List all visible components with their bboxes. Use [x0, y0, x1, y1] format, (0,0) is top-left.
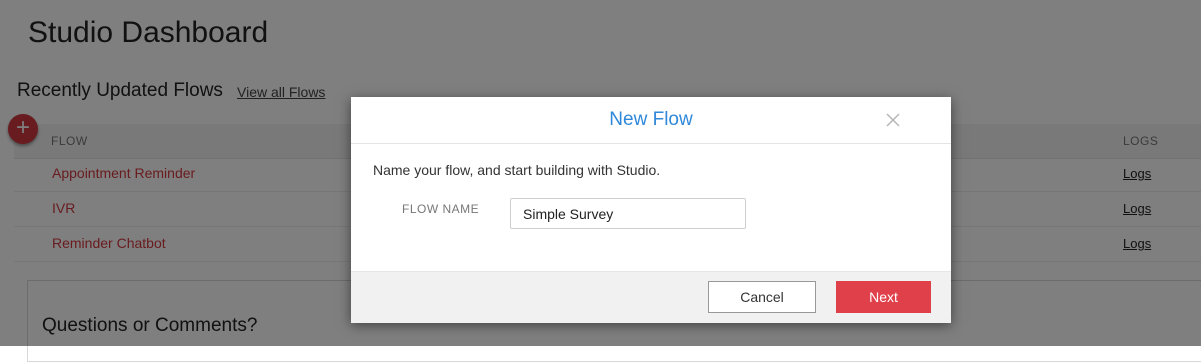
- dialog-intro-text: Name your flow, and start building with …: [373, 162, 661, 178]
- dialog-header: New Flow: [351, 97, 951, 144]
- flow-name-label: FLOW NAME: [402, 202, 480, 216]
- dialog-footer: Cancel Next: [351, 271, 951, 323]
- close-icon[interactable]: [884, 111, 902, 129]
- cancel-button[interactable]: Cancel: [708, 281, 816, 313]
- dialog-title: New Flow: [609, 109, 693, 130]
- new-flow-dialog: New Flow Name your flow, and start build…: [351, 97, 951, 323]
- next-button[interactable]: Next: [836, 281, 931, 313]
- flow-name-input[interactable]: [510, 198, 746, 229]
